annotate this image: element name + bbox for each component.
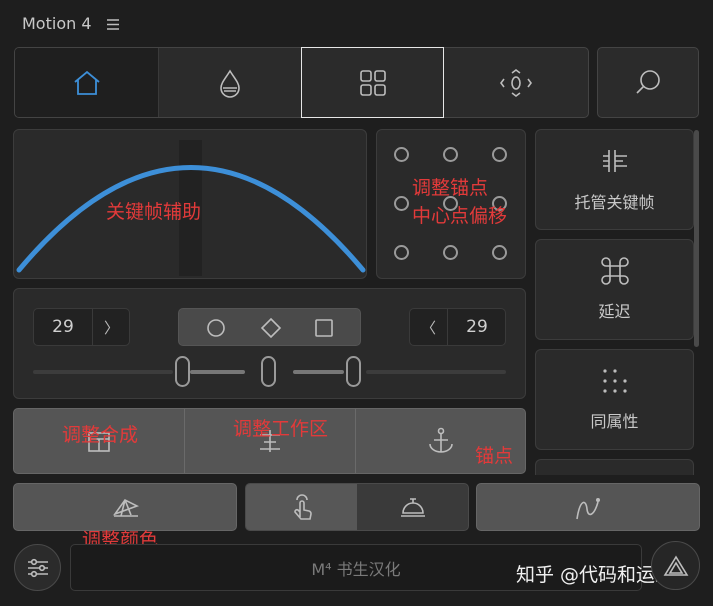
slider-handle-end[interactable]: [346, 356, 361, 387]
align-icon: [500, 68, 532, 97]
right-frame-stepper[interactable]: 〈 29: [409, 308, 506, 346]
left-frame-value[interactable]: 29: [34, 309, 92, 345]
circle-shape-icon[interactable]: [206, 318, 226, 338]
slider-handle-middle[interactable]: [261, 356, 276, 387]
service-bell-icon: [400, 498, 425, 517]
shape-selector: [178, 308, 361, 346]
tab-color[interactable]: [158, 48, 301, 117]
same-property-button[interactable]: 同属性: [535, 349, 694, 450]
palette-icon: [112, 498, 140, 517]
command-icon: [601, 257, 629, 285]
home-icon: [73, 70, 100, 95]
diamond-shape-icon[interactable]: [260, 317, 282, 339]
search-button[interactable]: [597, 47, 699, 118]
search-icon: [636, 69, 660, 94]
anchor-point[interactable]: [492, 245, 507, 260]
touch-icon: [293, 494, 312, 520]
delay-button[interactable]: 延迟: [535, 239, 694, 340]
side-button-label: 同属性: [590, 412, 639, 431]
managed-keyframes-button[interactable]: 托管关键帧: [535, 129, 694, 230]
annotation-keyframe-assist: 关键帧辅助: [106, 201, 202, 223]
interaction-toggle: [245, 483, 469, 531]
slider-track-left[interactable]: [33, 370, 173, 374]
side-button-label: 延迟: [598, 302, 631, 321]
anchor-point[interactable]: [443, 245, 458, 260]
logo-button[interactable]: [651, 541, 700, 590]
grid-icon: [359, 69, 386, 96]
sliders-icon: [27, 558, 48, 577]
tab-align[interactable]: [444, 48, 588, 117]
annotation-workarea: 调整工作区: [233, 418, 329, 440]
curve-button[interactable]: [476, 483, 700, 531]
touch-option[interactable]: [246, 484, 357, 530]
slider-track-right[interactable]: [366, 370, 506, 374]
left-frame-stepper[interactable]: 29 〉: [33, 308, 130, 346]
anchor-point[interactable]: [443, 147, 458, 162]
anchor-point[interactable]: [394, 196, 409, 211]
app-title: Motion 4: [22, 14, 92, 33]
menu-icon[interactable]: [106, 18, 120, 31]
right-frame-value[interactable]: 29: [448, 309, 506, 345]
color-adjust-button[interactable]: [13, 483, 237, 531]
bezier-curve-icon: [576, 498, 600, 520]
decrement-arrow[interactable]: 〈: [410, 309, 447, 345]
annotation-anchor: 锚点: [475, 445, 514, 467]
drop-icon: [220, 68, 240, 98]
anchor-icon: [429, 427, 453, 453]
keyframe-manage-icon: [603, 150, 627, 172]
increment-arrow[interactable]: 〉: [93, 309, 130, 345]
anchor-point[interactable]: [492, 147, 507, 162]
slider-handle-start[interactable]: [175, 356, 190, 387]
side-button-partial[interactable]: [535, 459, 694, 475]
settings-button[interactable]: [14, 544, 61, 591]
dots-icon: [603, 369, 627, 393]
triangle-logo-icon: [663, 554, 688, 576]
tab-home[interactable]: [15, 48, 158, 117]
annotation-center-offset: 中心点偏移: [412, 205, 508, 227]
scrollbar[interactable]: [694, 130, 699, 347]
anchor-point[interactable]: [394, 245, 409, 260]
brand-label: M⁴ 书生汉化: [311, 559, 401, 579]
side-button-label: 托管关键帧: [574, 193, 655, 212]
slider-range-left: [190, 370, 245, 374]
slider-range-right: [293, 370, 344, 374]
bell-option[interactable]: [357, 484, 468, 530]
annotation-compose: 调整合成: [62, 424, 139, 446]
anchor-point[interactable]: [394, 147, 409, 162]
annotation-anchor-adjust: 调整锚点: [412, 177, 489, 199]
square-shape-icon[interactable]: [314, 318, 334, 338]
tab-grid[interactable]: [301, 47, 444, 118]
